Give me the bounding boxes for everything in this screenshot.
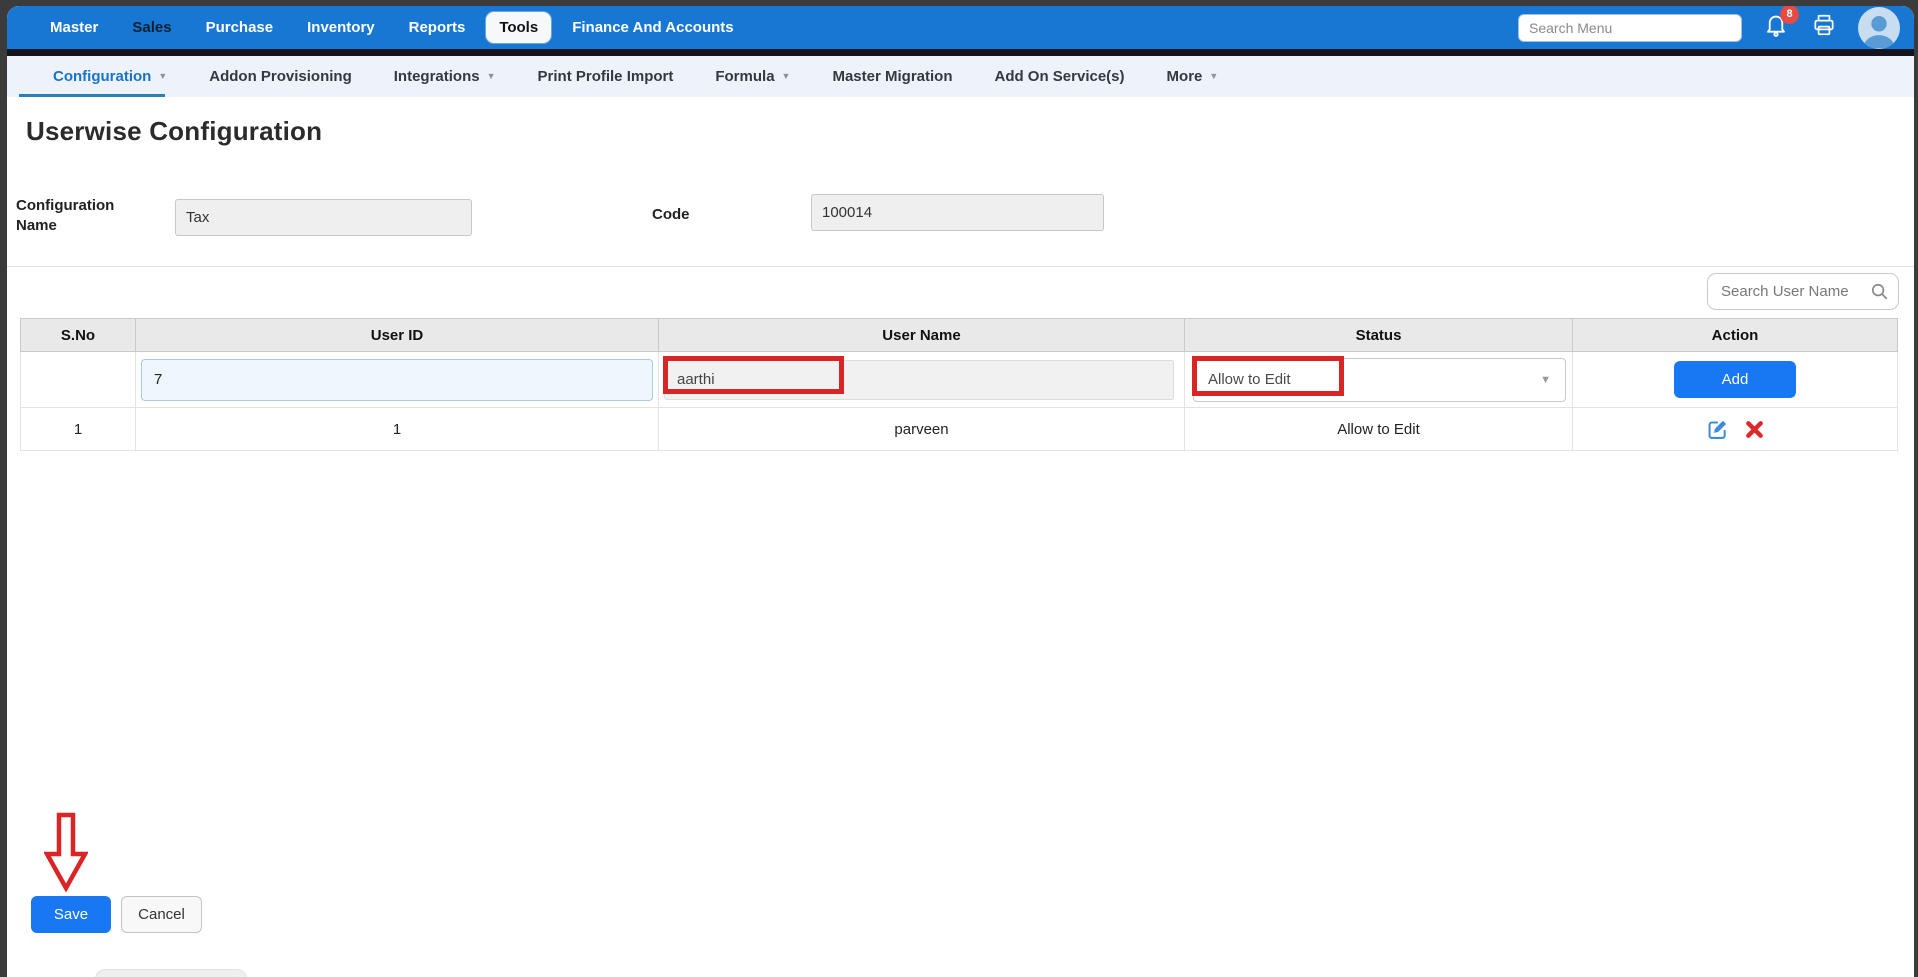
row-status: Allow to Edit [1185,408,1573,451]
entry-user-name-cell: aarthi [659,352,1185,408]
tools-sub-navigation: Configuration ▼ Addon Provisioning Integ… [7,56,1914,97]
subnav-label: Add On Service(s) [994,68,1124,85]
chevron-down-icon: ▼ [487,72,496,81]
code-field [811,194,1104,231]
subnav-item-more[interactable]: More ▼ [1146,56,1240,97]
subnav-item-print-profile-import[interactable]: Print Profile Import [517,56,695,97]
configuration-name-label: Configuration Name [16,196,136,237]
printer-icon [1811,12,1837,43]
chevron-down-icon: ▼ [1540,374,1551,386]
cutoff-element [95,969,247,977]
main-menu: Master Sales Purchase Inventory Reports … [37,12,747,43]
nav-item-master[interactable]: Master [37,12,111,43]
row-user-name: parveen [659,408,1185,451]
nav-item-inventory[interactable]: Inventory [294,12,388,43]
subnav-label: Integrations [394,68,480,85]
subnav-item-master-migration[interactable]: Master Migration [811,56,973,97]
edit-icon[interactable] [1706,418,1729,441]
column-header-action: Action [1573,319,1898,352]
subnav-label: Addon Provisioning [209,68,352,85]
entry-status-cell: Allow to Edit ▼ [1185,352,1573,408]
table-row: 1 1 parveen Allow to Edit [21,408,1898,451]
column-header-user-name: User Name [659,319,1185,352]
subnav-item-integrations[interactable]: Integrations ▼ [373,56,517,97]
entry-sno-cell [21,352,136,408]
notifications-button[interactable]: 8 [1762,14,1790,42]
chevron-down-icon: ▼ [782,72,791,81]
page-title: Userwise Configuration [26,116,1914,147]
subnav-label: More [1167,68,1203,85]
user-avatar[interactable] [1858,7,1900,49]
table-header-row: S.No User ID User Name Status Action [21,319,1898,352]
person-icon [1858,9,1900,49]
subnav-label: Configuration [53,68,151,85]
notification-badge: 8 [1780,6,1799,24]
nav-item-tools[interactable]: Tools [486,12,551,43]
subnav-item-add-on-services[interactable]: Add On Service(s) [973,56,1145,97]
add-button[interactable]: Add [1674,361,1796,398]
configuration-form: Configuration Name Code [7,147,1914,267]
status-selected-value: Allow to Edit [1208,371,1291,388]
top-navigation-bar: Master Sales Purchase Inventory Reports … [7,6,1914,56]
save-button[interactable]: Save [31,896,111,933]
status-dropdown[interactable]: Allow to Edit ▼ [1193,358,1566,402]
chevron-down-icon: ▼ [1209,72,1218,81]
row-action [1573,408,1898,451]
subnav-label: Master Migration [832,68,952,85]
entry-action-cell: Add [1573,352,1898,408]
search-menu-input[interactable] [1518,14,1742,42]
subnav-item-configuration[interactable]: Configuration ▼ [32,56,188,97]
app-window: Master Sales Purchase Inventory Reports … [7,6,1914,977]
subnav-label: Print Profile Import [538,68,674,85]
delete-icon[interactable] [1745,420,1764,439]
subnav-item-formula[interactable]: Formula ▼ [694,56,811,97]
row-sno: 1 [21,408,136,451]
entry-row: aarthi Allow to Edit ▼ Add [21,352,1898,408]
search-user-wrap [1707,273,1899,310]
user-id-input[interactable] [141,359,653,401]
annotation-down-arrow [44,812,88,892]
nav-item-reports[interactable]: Reports [396,12,479,43]
subnav-label: Formula [715,68,774,85]
subnav-item-addon-provisioning[interactable]: Addon Provisioning [188,56,373,97]
row-user-id: 1 [136,408,659,451]
chevron-down-icon: ▼ [158,72,167,81]
entry-user-id-cell [136,352,659,408]
cancel-button[interactable]: Cancel [121,896,202,933]
search-icon[interactable] [1870,282,1889,306]
configuration-name-field [175,199,472,236]
nav-item-purchase[interactable]: Purchase [193,12,287,43]
userwise-configuration-table: S.No User ID User Name Status Action aar… [20,318,1898,451]
user-name-field: aarthi [664,360,1174,400]
nav-item-finance-and-accounts[interactable]: Finance And Accounts [559,12,746,43]
nav-item-sales[interactable]: Sales [119,12,184,43]
column-header-user-id: User ID [136,319,659,352]
code-label: Code [652,205,690,225]
active-tab-indicator [19,94,165,97]
column-header-status: Status [1185,319,1573,352]
topbar-right-group: 8 [1518,7,1900,49]
column-header-sno: S.No [21,319,136,352]
print-button[interactable] [1810,14,1838,42]
